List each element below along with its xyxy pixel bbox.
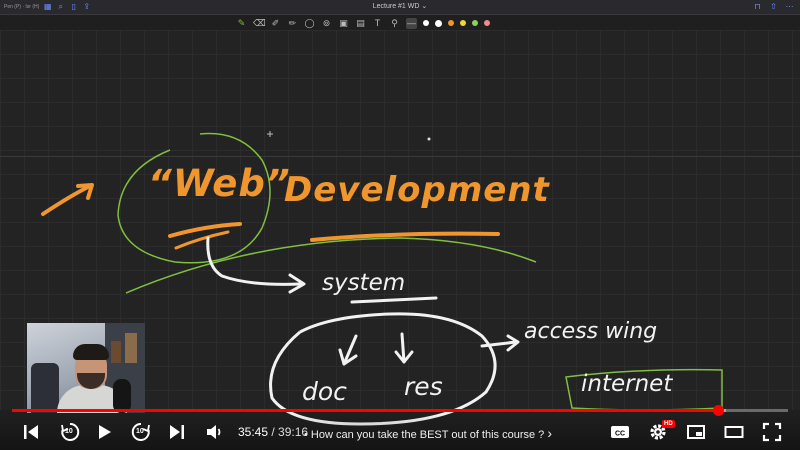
current-time: 35:45 bbox=[238, 425, 269, 439]
video-progress-bar[interactable] bbox=[12, 405, 788, 416]
microphone bbox=[113, 379, 131, 413]
skip-back-10-button[interactable]: 10 bbox=[60, 422, 80, 442]
player-controls: 10 10 35:45 / 39:16 • How can you take t… bbox=[0, 414, 800, 450]
progress-played bbox=[12, 409, 719, 412]
handwritten-res: res bbox=[404, 372, 443, 401]
next-icon[interactable] bbox=[168, 422, 186, 442]
theater-mode-icon[interactable] bbox=[724, 422, 744, 442]
previous-icon[interactable] bbox=[22, 422, 40, 442]
handwritten-web: “Web” bbox=[148, 162, 291, 205]
handwritten-access-wing: access wing bbox=[524, 319, 658, 344]
handwritten-internet: internet bbox=[581, 371, 673, 397]
handwritten-development: Development bbox=[284, 170, 550, 210]
presenter-hair bbox=[73, 344, 109, 360]
presenter-webcam bbox=[27, 323, 145, 413]
skip-forward-label: 10 bbox=[136, 428, 144, 435]
captions-button[interactable]: CC bbox=[610, 422, 630, 442]
handwritten-doc: doc bbox=[302, 377, 347, 406]
volume-icon[interactable] bbox=[205, 422, 225, 442]
chapter-title-link[interactable]: • How can you take the BEST out of this … bbox=[304, 425, 552, 441]
chevron-right-icon: › bbox=[547, 425, 553, 441]
time-display: 35:45 / 39:16 bbox=[238, 425, 309, 439]
skip-back-label: 10 bbox=[65, 428, 73, 435]
chapter-title: How can you take the BEST out of this co… bbox=[310, 429, 545, 441]
hd-badge: HD bbox=[662, 420, 675, 428]
svg-text:CC: CC bbox=[615, 431, 625, 438]
skip-forward-10-button[interactable]: 10 bbox=[131, 422, 151, 442]
handwritten-system: system bbox=[322, 270, 406, 296]
miniplayer-icon[interactable] bbox=[686, 422, 706, 442]
gaming-chair bbox=[31, 363, 59, 413]
fullscreen-icon[interactable] bbox=[762, 422, 782, 442]
play-button[interactable] bbox=[97, 422, 113, 442]
